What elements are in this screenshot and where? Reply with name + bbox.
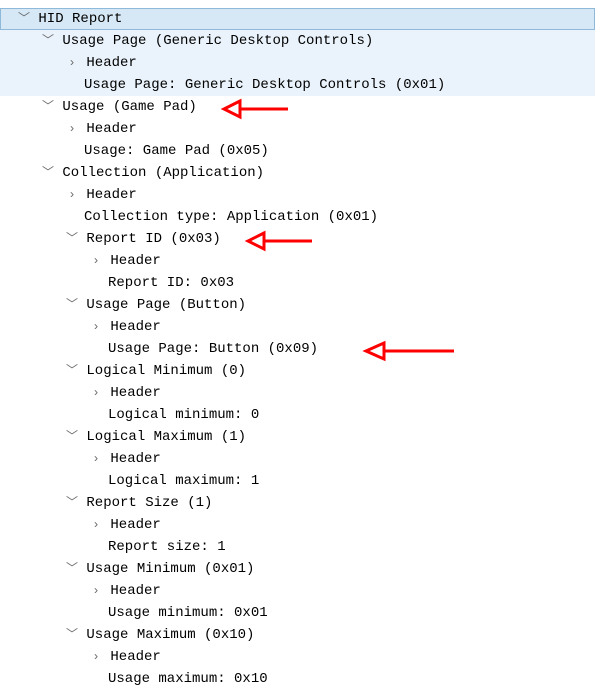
caret-down-icon[interactable]: ﹀ xyxy=(66,624,78,646)
tree-item-header[interactable]: › Header xyxy=(0,316,595,338)
tree-item-label: Header xyxy=(110,514,160,536)
tree-item-usage-maximum[interactable]: ﹀ Usage Maximum (0x10) xyxy=(0,624,595,646)
tree-item-header[interactable]: › Header xyxy=(0,184,595,206)
tree-item-label: Header xyxy=(110,646,160,668)
tree-item-logical-minimum[interactable]: ﹀ Logical Minimum (0) xyxy=(0,360,595,382)
tree-item-header[interactable]: › Header xyxy=(0,580,595,602)
tree-item-label: Header xyxy=(86,52,136,74)
caret-right-icon[interactable]: › xyxy=(90,646,102,668)
tree-item-logical-maximum[interactable]: ﹀ Logical Maximum (1) xyxy=(0,426,595,448)
tree-leaf[interactable]: Usage minimum: 0x01 xyxy=(0,602,595,624)
tree-item-header[interactable]: › Header xyxy=(0,646,595,668)
tree-leaf[interactable]: Logical minimum: 0 xyxy=(0,404,595,426)
caret-down-icon[interactable]: ﹀ xyxy=(66,558,78,580)
tree-item-header[interactable]: › Header xyxy=(0,448,595,470)
tree-item-hid-report[interactable]: ﹀ HID Report xyxy=(0,8,595,30)
tree-item-label: Usage Page (Generic Desktop Controls) xyxy=(62,30,373,52)
tree-item-label: Usage Minimum (0x01) xyxy=(86,558,254,580)
tree-item-report-size[interactable]: ﹀ Report Size (1) xyxy=(0,492,595,514)
tree-item-label: Usage maximum: 0x10 xyxy=(108,668,268,690)
caret-down-icon[interactable]: ﹀ xyxy=(66,360,78,382)
truncated-row xyxy=(0,0,595,8)
tree-leaf[interactable]: Report size: 1 xyxy=(0,536,595,558)
tree-item-label: Logical maximum: 1 xyxy=(108,470,259,492)
tree-item-label: Report Size (1) xyxy=(86,492,212,514)
tree-item-report-id[interactable]: ﹀ Report ID (0x03) xyxy=(0,228,595,250)
tree-item-label: HID Report xyxy=(38,8,122,30)
tree-item-label: Logical Maximum (1) xyxy=(86,426,246,448)
caret-right-icon[interactable]: › xyxy=(90,382,102,404)
caret-down-icon[interactable]: ﹀ xyxy=(42,30,54,52)
tree-item-label: Report size: 1 xyxy=(108,536,226,558)
tree-item-header[interactable]: › Header xyxy=(0,382,595,404)
tree-item-label: Header xyxy=(110,316,160,338)
tree-item-label: Header xyxy=(110,382,160,404)
tree-item-usage-minimum[interactable]: ﹀ Usage Minimum (0x01) xyxy=(0,558,595,580)
caret-right-icon[interactable]: › xyxy=(66,52,78,74)
tree-leaf[interactable]: Usage Page: Generic Desktop Controls (0x… xyxy=(0,74,595,96)
tree-leaf[interactable]: Usage: Game Pad (0x05) xyxy=(0,140,595,162)
tree-item-label: Usage Maximum (0x10) xyxy=(86,624,254,646)
tree-view: ﹀ HID Report ﹀ Usage Page (Generic Deskt… xyxy=(0,0,595,690)
tree-item-label: Usage Page (Button) xyxy=(86,294,246,316)
caret-right-icon[interactable]: › xyxy=(90,250,102,272)
tree-item-label: Usage Page: Generic Desktop Controls (0x… xyxy=(84,74,445,96)
caret-right-icon[interactable]: › xyxy=(90,580,102,602)
caret-right-icon[interactable]: › xyxy=(66,184,78,206)
tree-leaf[interactable]: Report ID: 0x03 xyxy=(0,272,595,294)
tree-item-usage-gamepad[interactable]: ﹀ Usage (Game Pad) xyxy=(0,96,595,118)
tree-item-label: Header xyxy=(110,448,160,470)
tree-item-usage-page-gdc[interactable]: ﹀ Usage Page (Generic Desktop Controls) xyxy=(0,30,595,52)
tree-item-label: Usage minimum: 0x01 xyxy=(108,602,268,624)
caret-right-icon[interactable]: › xyxy=(90,316,102,338)
tree-item-usage-page-button[interactable]: ﹀ Usage Page (Button) xyxy=(0,294,595,316)
tree-item-header[interactable]: › Header xyxy=(0,118,595,140)
tree-item-label: Report ID: 0x03 xyxy=(108,272,234,294)
caret-down-icon[interactable]: ﹀ xyxy=(66,294,78,316)
tree-item-header[interactable]: › Header xyxy=(0,250,595,272)
tree-item-label: Logical Minimum (0) xyxy=(86,360,246,382)
caret-down-icon[interactable]: ﹀ xyxy=(42,96,54,118)
tree-item-label: Header xyxy=(110,250,160,272)
tree-item-label: Header xyxy=(110,580,160,602)
tree-item-label: Logical minimum: 0 xyxy=(108,404,259,426)
tree-leaf[interactable]: Logical maximum: 1 xyxy=(0,470,595,492)
caret-down-icon[interactable]: ﹀ xyxy=(66,492,78,514)
caret-down-icon[interactable]: ﹀ xyxy=(66,228,78,250)
tree-leaf[interactable]: Usage Page: Button (0x09) xyxy=(0,338,595,360)
tree-item-label: Collection (Application) xyxy=(62,162,264,184)
tree-leaf[interactable]: Collection type: Application (0x01) xyxy=(0,206,595,228)
tree-item-label: Usage Page: Button (0x09) xyxy=(108,338,318,360)
tree-item-header[interactable]: › Header xyxy=(0,52,595,74)
caret-right-icon[interactable]: › xyxy=(90,448,102,470)
tree-item-label: Usage (Game Pad) xyxy=(62,96,196,118)
caret-down-icon[interactable]: ﹀ xyxy=(18,8,30,30)
tree-item-header[interactable]: › Header xyxy=(0,514,595,536)
tree-item-collection-application[interactable]: ﹀ Collection (Application) xyxy=(0,162,595,184)
tree-item-label: Collection type: Application (0x01) xyxy=(84,206,378,228)
caret-right-icon[interactable]: › xyxy=(90,514,102,536)
tree-item-label: Header xyxy=(86,118,136,140)
caret-right-icon[interactable]: › xyxy=(66,118,78,140)
tree-item-label: Header xyxy=(86,184,136,206)
tree-item-label: Report ID (0x03) xyxy=(86,228,220,250)
tree-item-label: Usage: Game Pad (0x05) xyxy=(84,140,269,162)
tree-leaf[interactable]: Usage maximum: 0x10 xyxy=(0,668,595,690)
caret-down-icon[interactable]: ﹀ xyxy=(42,162,54,184)
caret-down-icon[interactable]: ﹀ xyxy=(66,426,78,448)
